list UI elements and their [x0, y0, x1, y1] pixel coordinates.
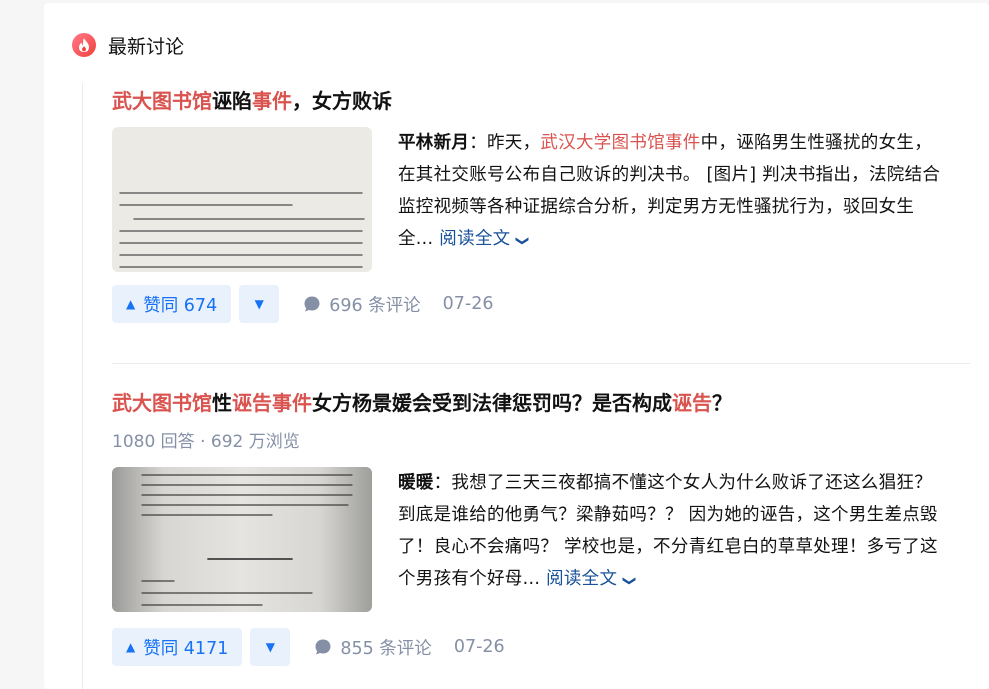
- answer-content: 平林新月：昨天，武汉大学图书馆事件中，诬陷男生性骚扰的女生，在其社交账号公布自己…: [112, 127, 972, 272]
- post-date: 07-26: [453, 637, 505, 657]
- read-more-label: 阅读全文: [546, 569, 618, 589]
- title-part: 武大图书馆: [112, 89, 212, 113]
- answer-author[interactable]: 平林新月: [398, 133, 469, 153]
- answer-author[interactable]: 暖暖: [398, 473, 434, 493]
- comments-label: 696 条评论: [329, 295, 421, 316]
- upvote-label: 赞同 4171: [143, 638, 229, 659]
- title-part: 事件: [252, 89, 292, 113]
- excerpt-part: 武汉大学图书馆事件: [540, 133, 701, 153]
- upvote-button[interactable]: ▲ 赞同 4171: [112, 628, 243, 666]
- comments-button[interactable]: 855 条评论: [314, 635, 432, 660]
- title-part: 诬陷: [212, 89, 252, 113]
- triangle-up-icon: ▲: [126, 640, 136, 654]
- comment-icon: [304, 296, 320, 312]
- section-header: 最新讨论: [72, 31, 184, 59]
- section-title: 最新讨论: [108, 35, 185, 58]
- read-more-link[interactable]: 阅读全文 ❯: [439, 229, 530, 249]
- excerpt-part: ：昨天，: [469, 133, 541, 153]
- comment-icon: [315, 639, 331, 655]
- title-part: 诬告: [672, 391, 712, 415]
- title-part: 女方杨景媛会受到法律惩罚吗？是否构成: [312, 391, 672, 415]
- upvote-button[interactable]: ▲ 赞同 674: [112, 285, 232, 323]
- thumbnail-image[interactable]: [112, 467, 372, 612]
- chevron-down-icon: ❯: [515, 235, 531, 247]
- question-title[interactable]: 武大图书馆诬陷事件，女方败诉: [112, 87, 972, 115]
- answer-excerpt[interactable]: 平林新月：昨天，武汉大学图书馆事件中，诬陷男生性骚扰的女生，在其社交账号公布自己…: [398, 127, 943, 272]
- flame-icon: [72, 33, 96, 57]
- read-more-label: 阅读全文: [439, 229, 511, 249]
- item-divider: [112, 363, 970, 364]
- discussion-card: 最新讨论 武大图书馆诬陷事件，女方败诉 平林新月：昨天，武汉大学图书馆事件中，诬…: [44, 3, 989, 689]
- answer-excerpt[interactable]: 暖暖：我想了三天三夜都搞不懂这个女人为什么败诉了还这么猖狂？到底是谁给的他勇气？…: [398, 467, 943, 612]
- thread-rule: [82, 83, 83, 689]
- discussion-item: 武大图书馆性诬告事件女方杨景媛会受到法律惩罚吗？是否构成诬告？ 1080 回答 …: [112, 389, 972, 612]
- read-more-link[interactable]: 阅读全文 ❯: [546, 569, 637, 589]
- action-bar: ▲ 赞同 4171 ▼ 855 条评论 07-26: [112, 628, 505, 666]
- triangle-up-icon: ▲: [126, 297, 136, 311]
- title-part: 性: [212, 391, 232, 415]
- title-part: ，女方败诉: [292, 89, 392, 113]
- comments-label: 855 条评论: [340, 638, 432, 659]
- post-date: 07-26: [442, 294, 494, 314]
- title-part: ？: [712, 391, 732, 415]
- question-title[interactable]: 武大图书馆性诬告事件女方杨景媛会受到法律惩罚吗？是否构成诬告？: [112, 389, 972, 417]
- question-meta: 1080 回答 · 692 万浏览: [112, 432, 300, 452]
- comments-button[interactable]: 696 条评论: [303, 292, 421, 317]
- upvote-label: 赞同 674: [143, 295, 218, 316]
- excerpt-part: ：我想了三天三夜都搞不懂这个女人为什么败诉了还这么猖狂？到底是谁给的他勇气？梁静…: [398, 473, 938, 589]
- discussion-item: 武大图书馆诬陷事件，女方败诉 平林新月：昨天，武汉大学图书馆事件中，诬陷男生性骚…: [112, 87, 972, 272]
- chevron-down-icon: ❯: [621, 575, 637, 587]
- answer-content: 暖暖：我想了三天三夜都搞不懂这个女人为什么败诉了还这么猖狂？到底是谁给的他勇气？…: [112, 467, 972, 612]
- title-part: 武大图书馆: [112, 391, 212, 415]
- triangle-down-icon: ▼: [265, 640, 275, 654]
- downvote-button[interactable]: ▼: [250, 628, 291, 666]
- downvote-button[interactable]: ▼: [239, 285, 280, 323]
- thumbnail-image[interactable]: [112, 127, 372, 272]
- title-part: 诬告事件: [232, 391, 312, 415]
- triangle-down-icon: ▼: [254, 297, 264, 311]
- action-bar: ▲ 赞同 674 ▼ 696 条评论 07-26: [112, 285, 494, 323]
